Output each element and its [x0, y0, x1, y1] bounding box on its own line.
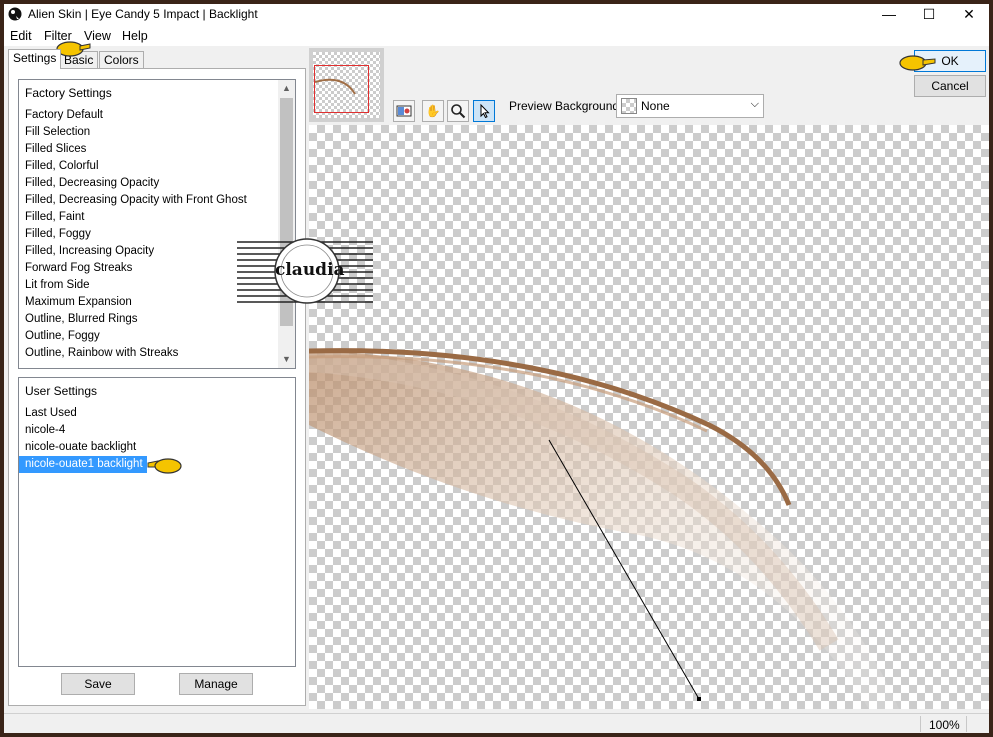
user-settings-header: User Settings — [25, 384, 98, 398]
menu-bar: Edit Filter View Help — [4, 26, 989, 46]
zoom-tool-button[interactable] — [447, 100, 469, 122]
alien-skin-app-icon — [8, 7, 22, 21]
pointer-tool-button[interactable] — [473, 100, 495, 122]
transparency-swatch-icon — [621, 98, 637, 114]
list-item[interactable]: nicole-ouate backlight — [19, 439, 277, 456]
preview-toggle-icon — [396, 105, 412, 117]
list-item[interactable]: Outline, Rainbow with Streaks — [19, 345, 277, 362]
minimize-button[interactable]: — — [869, 4, 909, 26]
navigator-viewport-frame[interactable] — [314, 65, 369, 113]
list-item[interactable]: Filled, Decreasing Opacity with Front Gh… — [19, 192, 277, 209]
list-item[interactable]: Factory Default — [19, 107, 277, 124]
feather-preview-image — [309, 348, 899, 709]
list-item[interactable]: Fill Selection — [19, 124, 277, 141]
factory-settings-list[interactable]: Factory Settings Factory Default Fill Se… — [18, 79, 296, 369]
scroll-down-icon[interactable]: ▼ — [278, 351, 295, 368]
list-item[interactable]: Filled, Decreasing Opacity — [19, 175, 277, 192]
list-item[interactable]: Outline, Foggy — [19, 328, 277, 345]
factory-settings-items: Factory Default Fill Selection Filled Sl… — [19, 107, 277, 362]
watermark-text: claudia — [275, 260, 345, 280]
hand-tool-button[interactable]: ✋ — [422, 100, 444, 122]
maximize-button[interactable]: ☐ — [909, 4, 949, 26]
navigator-thumbnail — [313, 52, 380, 118]
factory-settings-header: Factory Settings — [25, 86, 112, 100]
preview-toggle-button[interactable] — [393, 100, 415, 122]
pointing-hand-icon — [147, 458, 182, 474]
effect-preview-canvas[interactable] — [309, 125, 989, 709]
tab-colors[interactable]: Colors — [99, 51, 144, 68]
status-bar: 100% — [4, 713, 989, 733]
preview-background-value: None — [641, 99, 670, 113]
user-settings-list[interactable]: User Settings Last Used nicole-4 nicole-… — [18, 377, 296, 667]
cancel-button[interactable]: Cancel — [914, 75, 986, 97]
settings-panel: Factory Settings Factory Default Fill Se… — [8, 68, 306, 706]
arrow-pointer-icon — [480, 103, 490, 119]
save-button[interactable]: Save — [61, 673, 135, 695]
list-item[interactable]: Filled, Colorful — [19, 158, 277, 175]
tab-settings[interactable]: Settings — [8, 49, 62, 69]
scroll-up-icon[interactable]: ▲ — [278, 80, 295, 97]
preview-background-label: Preview Background: — [509, 99, 623, 113]
factory-list-scrollbar[interactable]: ▲ ▼ — [278, 80, 295, 368]
menu-edit[interactable]: Edit — [10, 29, 32, 43]
status-divider — [920, 716, 921, 732]
zoom-level: 100% — [929, 718, 960, 732]
chevron-down-icon: ⌵ — [750, 98, 759, 110]
list-item[interactable]: nicole-4 — [19, 422, 277, 439]
watermark-logo: claudia — [237, 238, 373, 304]
eye-candy-dialog: Alien Skin | Eye Candy 5 Impact | Backli… — [4, 4, 989, 733]
preview-background-select[interactable]: None ⌵ — [616, 94, 764, 118]
pointing-hand-icon — [899, 55, 936, 71]
close-button[interactable]: ✕ — [949, 4, 989, 26]
list-item[interactable]: Filled Slices — [19, 141, 277, 158]
status-divider — [966, 716, 967, 732]
hand-icon: ✋ — [425, 104, 441, 118]
preview-navigator[interactable] — [309, 48, 384, 122]
list-item-selected[interactable]: nicole-ouate1 backlight — [19, 456, 147, 473]
window-title: Alien Skin | Eye Candy 5 Impact | Backli… — [28, 7, 258, 21]
title-bar: Alien Skin | Eye Candy 5 Impact | Backli… — [4, 4, 989, 26]
list-item[interactable]: Last Used — [19, 405, 277, 422]
magnifier-icon — [451, 104, 466, 119]
list-item[interactable]: Outline, Blurred Rings — [19, 311, 277, 328]
menu-help[interactable]: Help — [122, 29, 148, 43]
list-item[interactable]: Filled, Faint — [19, 209, 277, 226]
manage-button[interactable]: Manage — [179, 673, 253, 695]
